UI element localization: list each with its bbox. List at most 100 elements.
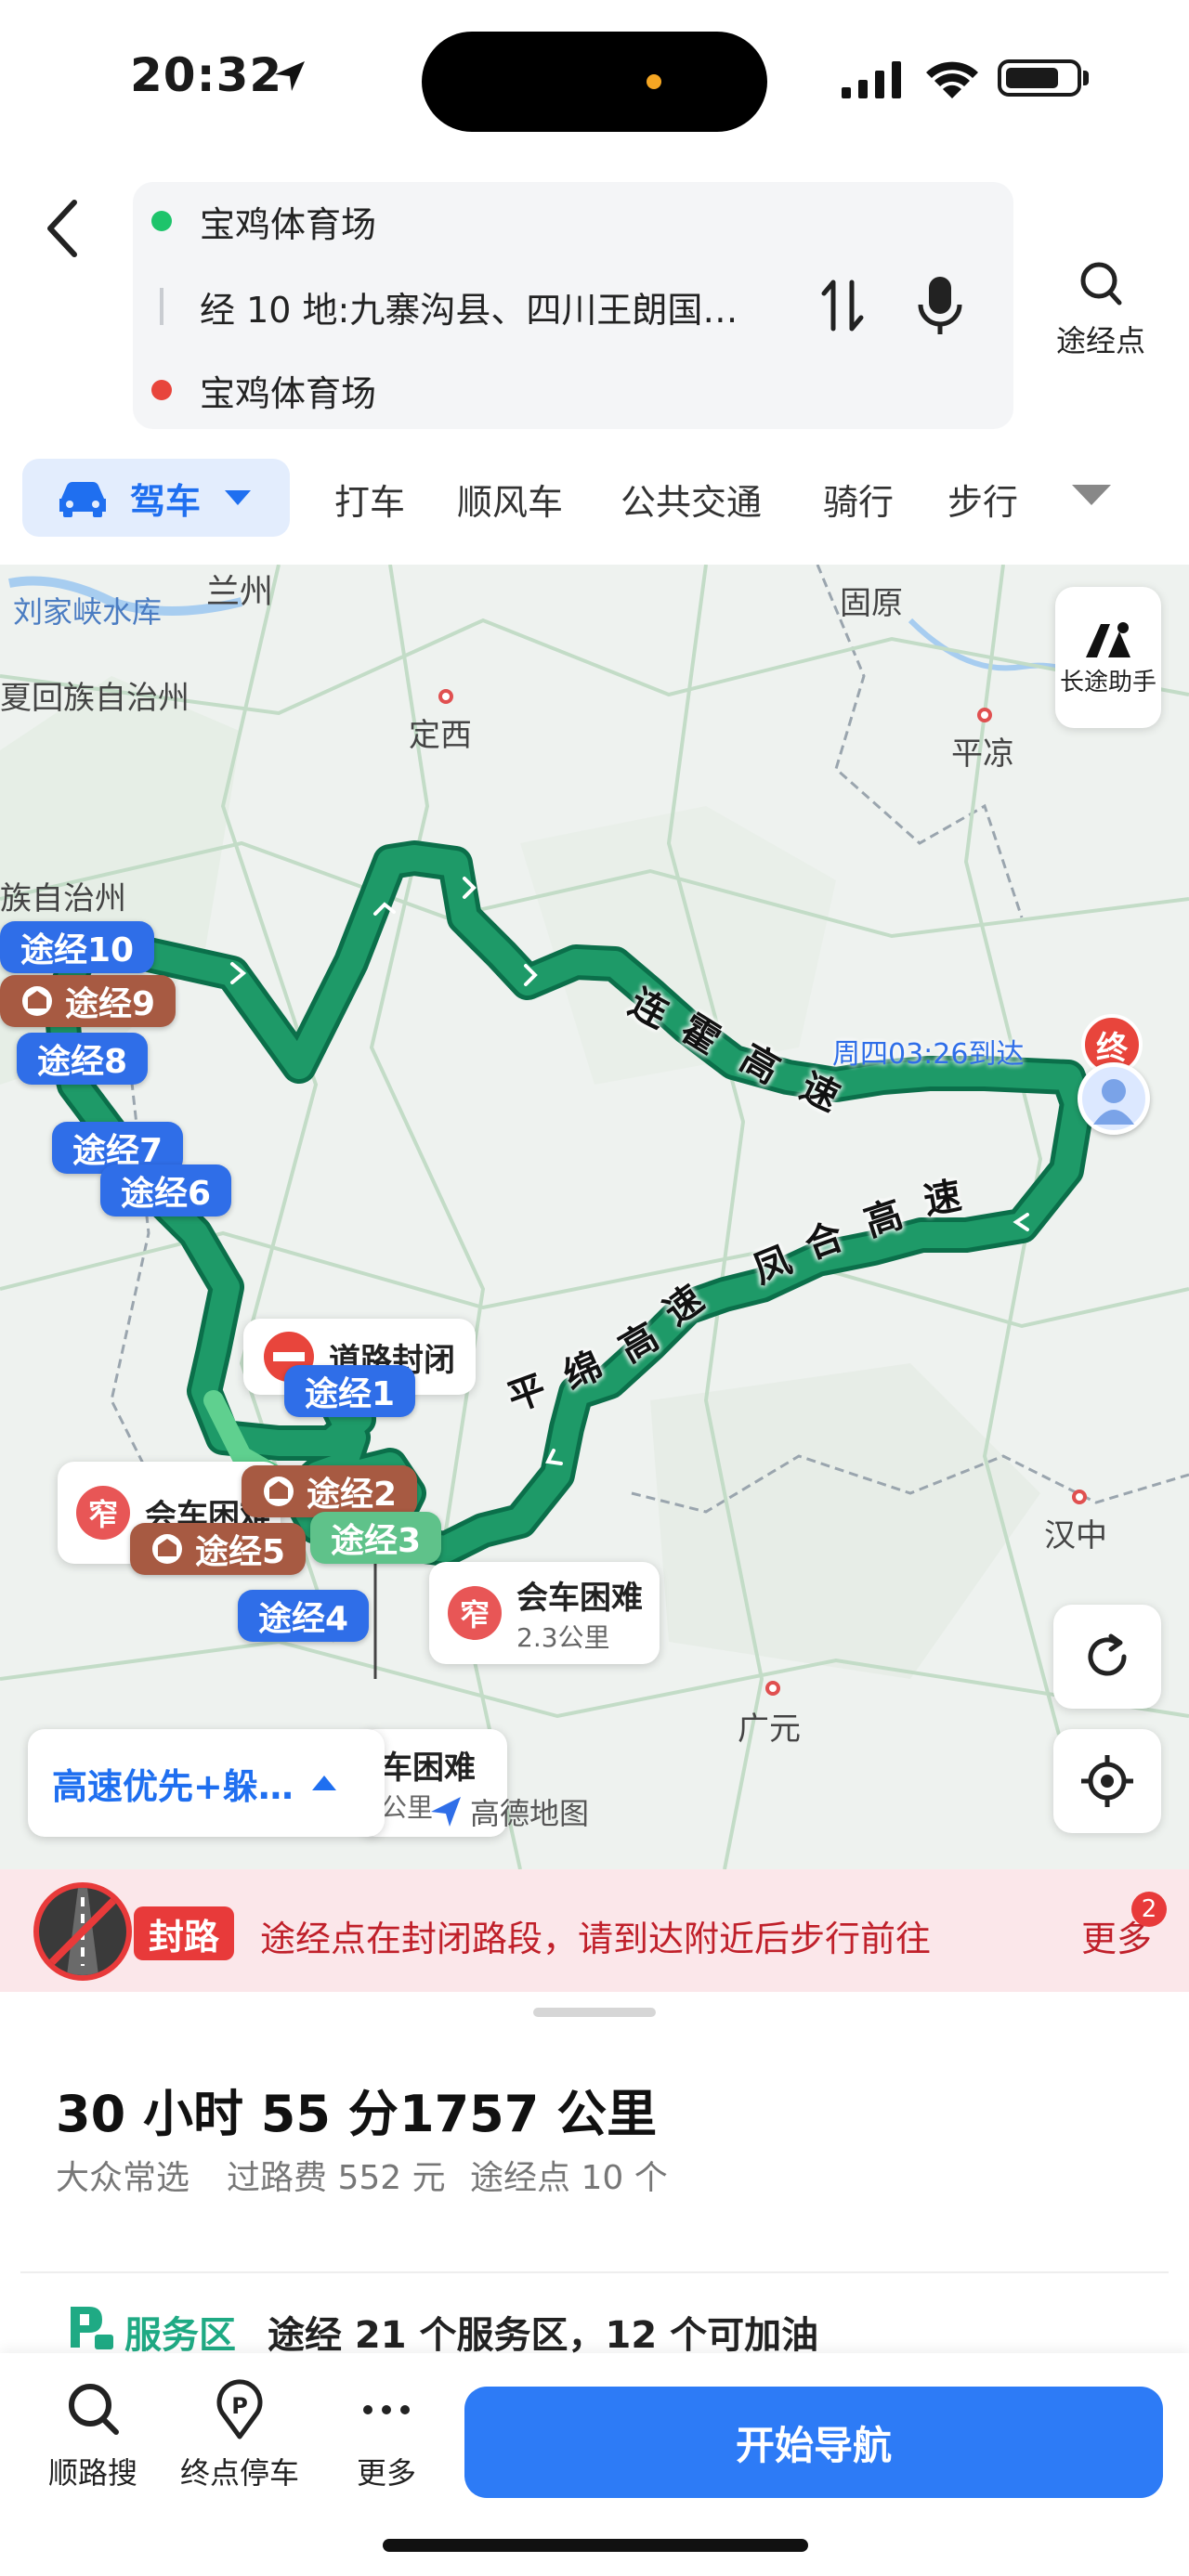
narrow-road-right-title: 会车困难 <box>516 1579 643 1617</box>
parking-pin-icon: P <box>216 2379 263 2439</box>
waypoint-9[interactable]: 途经9 <box>0 975 176 1027</box>
waypoint-5-label: 途经5 <box>195 1533 286 1571</box>
more-dots-icon <box>363 2405 410 2414</box>
tab-walking[interactable]: 步行 <box>947 474 1018 525</box>
waypoint-4[interactable]: 途经4 <box>238 1590 370 1642</box>
search-icon <box>1080 262 1122 306</box>
destination-parking-label: 终点停车 <box>179 2455 299 2491</box>
refresh-route-button[interactable] <box>1053 1605 1161 1709</box>
along-route-search-button[interactable]: 顺路搜 <box>28 2379 158 2492</box>
place-pingliang: 平凉 <box>951 735 1014 773</box>
add-waypoint-label: 途经点 <box>1055 323 1145 358</box>
waypoint-3[interactable]: 途经3 <box>310 1512 442 1564</box>
route-preference-label: 高速优先+躲… <box>52 1765 294 1807</box>
service-area-label[interactable]: 服务区 <box>124 2305 236 2359</box>
service-area-summary: 途经 21 个服务区，12 个可加油 <box>268 2314 819 2357</box>
destination-row[interactable]: 宝鸡体育场 <box>133 353 1013 427</box>
amap-logo: 高德地图 <box>427 1790 589 1833</box>
city-dot-guangyuan <box>765 1681 780 1696</box>
tab-drive[interactable]: 驾车 <box>22 459 290 537</box>
add-waypoint-button[interactable]: 途经点 <box>1040 258 1161 360</box>
waypoint-9-label: 途经9 <box>65 985 156 1023</box>
toll-gate-icon <box>152 1534 182 1564</box>
car-icon <box>59 482 106 517</box>
toll-gate-icon <box>264 1477 294 1506</box>
tab-cycling[interactable]: 骑行 <box>823 474 894 525</box>
route-preference-dropdown[interactable]: 高速优先+躲… <box>28 1729 385 1837</box>
wifi-icon <box>926 61 978 98</box>
divider <box>20 2271 1169 2273</box>
back-button[interactable] <box>33 191 98 266</box>
battery-cap <box>1083 71 1089 85</box>
destination-text: 宝鸡体育场 <box>200 372 377 414</box>
swap-icon <box>821 280 864 332</box>
place-lanzhou: 兰州 <box>206 573 274 611</box>
closure-tag: 封路 <box>134 1906 235 1960</box>
tab-taxi[interactable]: 打车 <box>334 474 405 525</box>
narrow-road-right-distance: 2.3公里 <box>516 1621 610 1653</box>
long-trip-assistant-button[interactable]: 长途助手 <box>1055 587 1161 728</box>
voice-input-button[interactable] <box>911 271 969 340</box>
place-guyuan: 固原 <box>840 585 903 622</box>
chevron-up-icon <box>311 1776 336 1790</box>
battery-icon <box>998 59 1081 97</box>
tab-drive-label: 驾车 <box>130 480 202 522</box>
destination-dot-icon <box>151 380 172 400</box>
locate-me-button[interactable] <box>1053 1729 1161 1833</box>
via-row[interactable]: 经 10 地:九寨沟县、四川王朗国… <box>133 269 802 344</box>
more-button[interactable]: 更多 <box>321 2379 451 2492</box>
toll-gate-icon <box>22 986 52 1016</box>
origin-row[interactable]: 宝鸡体育场 <box>133 184 1013 258</box>
swap-route-button[interactable] <box>811 271 876 340</box>
waypoint-8[interactable]: 途经8 <box>17 1033 149 1085</box>
amap-logo-icon <box>431 1797 461 1827</box>
sheet-drag-handle[interactable] <box>533 2008 656 2017</box>
closure-count-badge: 2 <box>1131 1892 1167 1927</box>
travel-mode-tabs: 驾车 打车 顺风车 公共交通 骑行 步行 <box>0 455 1189 540</box>
waypoint-5[interactable]: 途经5 <box>130 1523 307 1575</box>
start-navigation-button[interactable]: 开始导航 <box>464 2387 1163 2498</box>
destination-parking-button[interactable]: P 终点停车 <box>175 2379 305 2492</box>
route-input-panel: 宝鸡体育场 经 10 地:九寨沟县、四川王朗国… 宝鸡体育场 <box>133 182 1013 429</box>
search-icon <box>69 2384 119 2435</box>
narrow-road-warning-right[interactable]: 窄 会车困难 2.3公里 <box>429 1562 660 1664</box>
status-bar: 20:32 <box>0 0 1189 158</box>
location-arrow-icon <box>275 61 305 91</box>
service-area-icon <box>71 2307 113 2349</box>
waypoint-1[interactable]: 途经1 <box>284 1365 416 1417</box>
long-trip-icon <box>1086 621 1130 657</box>
home-indicator <box>383 2539 808 2552</box>
route-distance: 1757 公里 <box>399 2085 658 2143</box>
more-modes-chevron-icon[interactable] <box>1068 481 1115 509</box>
svg-text:P: P <box>231 2393 248 2419</box>
road-closure-banner[interactable]: 封路 途经点在封闭路段，请到达附近后步行前往 更多 2 <box>0 1869 1189 1992</box>
chevron-down-icon <box>225 490 252 505</box>
waypoint-2[interactable]: 途经2 <box>242 1465 418 1517</box>
city-dot-hanzhong <box>1072 1490 1087 1504</box>
via-bar <box>160 288 163 325</box>
tab-transit[interactable]: 公共交通 <box>621 474 762 525</box>
via-text: 经 10 地:九寨沟县、四川王朗国… <box>200 289 738 331</box>
waypoint-6[interactable]: 途经6 <box>100 1164 232 1216</box>
closure-message: 途经点在封闭路段，请到达附近后步行前往 <box>260 1919 932 1959</box>
place-zizhizhou: 族自治州 <box>0 880 126 917</box>
locate-icon <box>1081 1755 1133 1807</box>
along-route-search-label: 顺路搜 <box>47 2455 137 2491</box>
place-guangyuan: 广元 <box>738 1711 801 1748</box>
place-liujiaxia: 刘家峡水库 <box>13 594 163 630</box>
waypoint-2-label: 途经2 <box>307 1476 398 1514</box>
route-toll: 过路费 552 元 <box>227 2159 446 2197</box>
cellular-signal-icon <box>842 61 901 98</box>
route-duration: 30 小时 55 分 <box>56 2085 399 2143</box>
city-dot-dingxi <box>438 689 453 704</box>
long-trip-label: 长途助手 <box>1059 668 1156 696</box>
city-dot-pingliang <box>977 708 992 722</box>
dynamic-island <box>422 32 767 132</box>
tab-carpool[interactable]: 顺风车 <box>457 474 563 525</box>
microphone-icon <box>918 277 962 334</box>
status-time: 20:32 <box>130 48 283 102</box>
route-map[interactable]: 兰州 刘家峡水库 固原 夏回族自治州 定西 平凉 族自治州 汉中 广元 连 霍 … <box>0 565 1189 1869</box>
person-icon <box>1093 1079 1134 1125</box>
waypoint-10[interactable]: 途经10 <box>0 921 155 973</box>
place-ningxia: 夏回族自治州 <box>0 680 189 717</box>
